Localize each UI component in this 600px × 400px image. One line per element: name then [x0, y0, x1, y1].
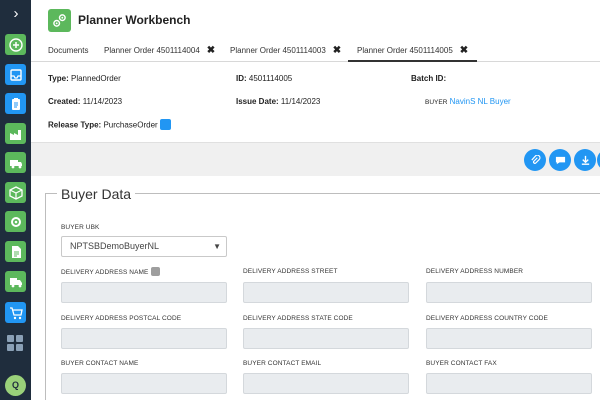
delivery-address-state-code-label: DELIVERY ADDRESS STATE CODE [243, 315, 353, 322]
delivery-address-name-input[interactable] [61, 282, 227, 303]
close-icon[interactable]: ✖ [207, 45, 215, 56]
delivery-address-country-code-input[interactable] [426, 328, 592, 349]
delivery-address-number-label: DELIVERY ADDRESS NUMBER [426, 268, 524, 275]
delivery-address-postcal-code-label: DELIVERY ADDRESS POSTCAL CODE [61, 315, 182, 322]
workbench-logo-icon [48, 9, 71, 32]
delivery-address-street-input[interactable] [243, 282, 409, 303]
tab-planner-order-4501114003[interactable]: Planner Order 4501114003 ✖ [230, 40, 341, 62]
buyer-contact-name-label: BUYER CONTACT NAME [61, 360, 139, 367]
tab-bar: Documents Planner Order 4501114004 ✖ Plan… [31, 40, 600, 62]
app-header: Planner Workbench [31, 0, 600, 40]
edit-icon[interactable] [159, 119, 171, 130]
delivery-address-street-label: DELIVERY ADDRESS STREET [243, 268, 338, 275]
avatar[interactable]: Q [5, 375, 26, 396]
close-icon[interactable]: ✖ [460, 45, 468, 56]
cart-icon[interactable] [5, 302, 26, 323]
release-type-field: Release Type: PurchaseOrder [48, 119, 171, 131]
tab-planner-order-4501114004[interactable]: Planner Order 4501114004 ✖ [104, 40, 215, 62]
tab-label: Planner Order 4501114003 [230, 46, 326, 55]
page-title: Planner Workbench [78, 13, 191, 27]
batch-id-field: Batch ID: [411, 74, 447, 83]
plus-icon[interactable] [5, 34, 26, 55]
id-field: ID: 4501114005 [236, 74, 293, 83]
buyer-contact-email-label: BUYER CONTACT EMAIL [243, 360, 322, 367]
chevron-down-icon: ▼ [213, 242, 221, 251]
delivery-address-name-label: DELIVERY ADDRESS NAME [61, 267, 161, 277]
buyer-ubk-label: BUYER UBK [61, 224, 100, 231]
address-book-icon[interactable] [151, 267, 161, 276]
buyer-field: BUYER NavinS NL Buyer [425, 97, 511, 106]
issue-date-field: Issue Date: 11/14/2023 [236, 97, 321, 106]
download-icon[interactable] [574, 149, 596, 171]
delivery-icon[interactable] [5, 271, 26, 292]
tab-documents[interactable]: Documents [48, 40, 88, 62]
buyer-contact-fax-input[interactable] [426, 373, 592, 394]
tab-label: Planner Order 4501114005 [357, 46, 453, 55]
buyer-contact-fax-label: BUYER CONTACT FAX [426, 360, 497, 367]
created-field: Created: 11/14/2023 [48, 97, 123, 106]
buyer-ubk-select[interactable]: NPTSBDemoBuyerNL ▼ [61, 236, 227, 257]
buyer-link[interactable]: NavinS NL Buyer [450, 97, 511, 106]
buyer-contact-name-input[interactable] [61, 373, 227, 394]
type-field: Type: PlannedOrder [48, 74, 121, 83]
sidebar: › Q [0, 0, 31, 400]
paperclip-icon[interactable] [524, 149, 546, 171]
truck-icon[interactable] [5, 152, 26, 173]
tab-planner-order-4501114005[interactable]: Planner Order 4501114005 ✖ [348, 40, 478, 62]
delivery-address-number-input[interactable] [426, 282, 592, 303]
delivery-address-state-code-input[interactable] [243, 328, 409, 349]
action-bar [31, 142, 600, 176]
apps-grid-icon[interactable] [6, 334, 24, 352]
factory-icon[interactable] [5, 123, 26, 144]
tab-label: Planner Order 4501114004 [104, 46, 200, 55]
document-icon[interactable] [5, 241, 26, 262]
delivery-address-postcal-code-input[interactable] [61, 328, 227, 349]
box-icon[interactable] [5, 182, 26, 203]
clipboard-icon[interactable] [5, 93, 26, 114]
close-icon[interactable]: ✖ [333, 45, 341, 56]
tab-label: Documents [48, 46, 89, 55]
order-info-panel: Type: PlannedOrder ID: 4501114005 Batch … [31, 62, 600, 142]
selected-value: NPTSBDemoBuyerNL [70, 241, 160, 251]
section-title: Buyer Data [57, 186, 136, 202]
sidebar-toggle-icon[interactable]: › [9, 6, 23, 22]
buyer-contact-email-input[interactable] [243, 373, 409, 394]
delivery-address-country-code-label: DELIVERY ADDRESS COUNTRY CODE [426, 315, 548, 322]
chat-icon[interactable] [549, 149, 571, 171]
inbox-icon[interactable] [5, 64, 26, 85]
settings-icon[interactable] [5, 211, 26, 232]
